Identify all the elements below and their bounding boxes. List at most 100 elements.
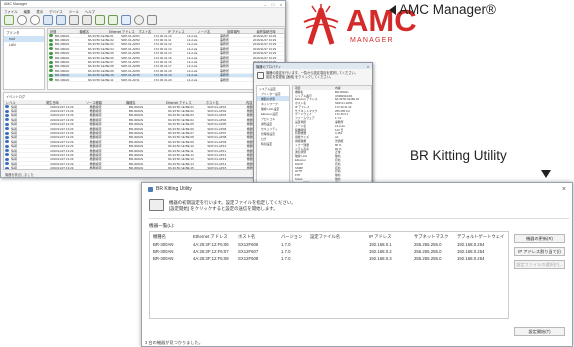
printer-add-icon[interactable] [82,15,92,25]
search-network-icon[interactable] [30,15,40,25]
table-cell: 情報 [11,153,18,157]
table-cell: BR-300AN [128,139,144,144]
table-cell: 2016/11/27 13:29 [50,104,74,109]
table-cell: 情報 [11,144,18,149]
table-cell: 機器検索 [89,113,102,118]
table-cell: BR-300AN [128,126,144,131]
table-cell: 8A:33:5F:1E:BE:04 [88,46,114,51]
table-cell: 8A:33:5F:1E:BE:11 [88,77,114,82]
tree-item-lan[interactable]: LAN [4,42,44,48]
menu-help[interactable]: ヘルプ [85,9,95,14]
table-cell: 8A:33:5F:1E:BE:03 [168,113,194,118]
table-cell: BR-300AN [55,42,70,47]
minimize-icon[interactable]: – [261,2,269,7]
table-cell: L3-2-2a [187,42,198,47]
printer-icon[interactable] [69,15,79,25]
table-cell: 172.30.31.20 [154,77,172,82]
table-cell: 機器検索 [89,109,102,114]
table-cell: 情報 [11,139,18,144]
amc-window-title: AMC Manager [4,2,28,6]
column-header[interactable]: バージョン [281,234,310,240]
table-cell: SDP-01-AP09 [121,68,140,73]
column-header[interactable]: サブネットマスク [414,234,457,240]
menu-tools[interactable]: ツール [69,9,79,14]
log-row[interactable]: 情報 2016/11/27 13:29 機器検索 BR-300AN 8A:33:5F:1… [4,166,284,170]
column-header[interactable]: ホスト名 [238,234,281,240]
table-row[interactable]: BR-300AN 4A:25:3F:12:F6:06 SX12F606 1.7.0 19… [150,241,508,248]
table-cell: L3-2-2a [187,51,198,56]
start-settings-button[interactable]: 設定開始(T) [514,327,565,336]
table-cell: 8A:33:5F:1E:BE:11 [168,148,194,153]
device-settings-icon[interactable] [56,15,66,25]
caption-amc-text: AMC Manager® [399,2,496,17]
table-cell: BR-300AN [55,33,70,38]
close-icon[interactable]: × [562,186,566,193]
refresh-icon[interactable] [121,15,131,25]
table-row[interactable]: BR-300AN 4A:25:3F:12:F6:08 SX12F608 1.7.0 19… [150,255,508,262]
table-cell: BR-300AN [128,122,144,127]
maximize-icon[interactable]: □ [269,2,277,7]
view-options-icon[interactable] [147,15,157,25]
table-cell: SDP-01-AP08 [207,135,227,140]
table-cell: 機器検索 [89,157,102,162]
table-cell: 8A:33:5F:1E:BE:14 [168,161,194,166]
assign-ip-button[interactable]: IP アドレス割り当て(I) [514,247,565,256]
table-cell: L3-2-2a [187,60,198,65]
table-cell: 情報 [11,113,18,118]
table-cell: 機器検索 [89,131,102,136]
table-cell: 事務所 [220,64,230,69]
table-row[interactable]: BR-300AN 8A:33:5F:1E:BE:11 SDP-01-AP11 172.… [48,77,284,83]
menu-view[interactable]: 表示 [36,9,43,14]
close-icon[interactable]: × [277,2,285,7]
printer-icon [257,72,264,79]
column-header[interactable]: 機種名 [153,234,193,240]
table-cell: 192.168.0.1 [369,242,392,247]
table-cell: 機器検索 [89,122,102,127]
table-cell: 2016/11/27 13:29 [253,46,277,51]
column-header[interactable]: Ethernet アドレス [193,234,238,240]
close-icon[interactable]: × [364,64,372,69]
menu-edit[interactable]: 編集 [24,9,31,14]
column-header[interactable]: IP アドレス [369,234,414,240]
column-header[interactable]: 設定ファイル名 [310,234,369,240]
tree-item-printers[interactable]: プリンタ [4,29,44,36]
table-cell: 8A:33:5F:1E:BE:08 [168,135,194,140]
column-header[interactable]: デフォルトゲートウェイ [457,234,507,240]
table-cell: 2016/11/27 13:29 [50,144,74,149]
table-cell: 情報 [11,104,18,109]
table-cell: SDP-01-AP02 [207,109,227,114]
table-cell: 8A:33:5F:1E:BE:07 [168,131,194,136]
select-settings-file-button[interactable]: 設定ファイルの選択(F)... [514,260,565,269]
table-row[interactable]: BR-300AN 4A:25:3F:12:F6:07 SX12F607 1.7.0 19… [150,248,508,255]
table-cell: SDP-01-AP02 [121,38,140,43]
table-cell: 1.7.0 [281,256,291,261]
table-cell: SDP-01-AP05 [207,122,227,127]
upload-icon[interactable] [95,15,105,25]
table-cell: L3-2-2a [187,46,198,51]
device-icon[interactable] [43,15,53,25]
check-icon[interactable] [4,15,14,25]
search-icon[interactable] [17,15,27,25]
table-cell: 機器検索 [89,117,102,122]
table-cell: SDP-01-AP06 [207,126,227,131]
menu-device[interactable]: デバイス [49,9,62,14]
br-kitting-window: BR Kitting Utility × 機器の初期設定を行います。設定ファイル… [141,182,573,347]
brk-status-text: 3 台の機器が見つかりました。 [145,339,203,345]
table-cell: 事務所 [220,55,230,60]
table-cell: L3-2-2a [187,64,198,69]
brk-device-table: 機種名 Ethernet アドレス ホスト名 バージョン 設定ファイル名 IP アドレスサ… [149,231,509,319]
download-icon[interactable] [108,15,118,25]
gear-icon[interactable] [134,15,144,25]
table-cell: 2016/11/27 13:29 [50,117,74,122]
table-cell: 機器検索 [89,104,102,109]
table-cell: BR-300AN [55,64,70,69]
prop-tree-item[interactable]: 時刻設定 [257,141,289,146]
table-cell: 8A:33:5F:1E:BE:15 [168,166,194,170]
table-cell: 255.255.255.0 [414,242,442,247]
menu-file[interactable]: ファイル [4,9,18,14]
table-cell: 8A:33:5F:1E:BE:03 [88,42,114,47]
table-cell: 1.7.0 [281,249,291,254]
table-cell: 1.7.0 [281,242,291,247]
table-cell: BR-300AN [55,60,70,65]
refresh-devices-button[interactable]: 機器の更新(R) [514,234,565,243]
